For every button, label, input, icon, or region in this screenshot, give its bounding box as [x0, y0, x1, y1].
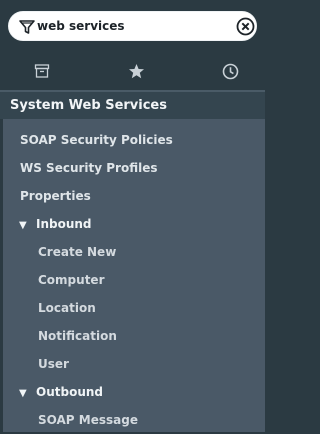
collapse-triangle-icon[interactable]: ▼: [19, 380, 31, 408]
filter-icon[interactable]: [18, 18, 36, 36]
module-user[interactable]: User: [3, 350, 300, 378]
clear-icon[interactable]: [236, 17, 255, 36]
group-label: Outbound: [36, 385, 103, 399]
application-tree: System Web Services SOAP Security Polici…: [0, 92, 265, 432]
tab-favorites[interactable]: [96, 52, 176, 90]
module-computer[interactable]: Computer: [3, 266, 300, 294]
tree-children: SOAP Security Policies WS Security Profi…: [3, 119, 265, 432]
collapse-triangle-icon[interactable]: ▼: [19, 212, 31, 240]
navigator-panel: System Web Services SOAP Security Polici…: [0, 0, 265, 432]
module-location[interactable]: Location: [3, 294, 300, 322]
filter-input[interactable]: [37, 16, 217, 36]
group-outbound[interactable]: ▼ Outbound: [3, 378, 281, 406]
filter-search-bar: [8, 11, 257, 41]
star-icon: [129, 64, 144, 79]
module-ws-security-profiles[interactable]: WS Security Profiles: [3, 154, 282, 182]
module-properties[interactable]: Properties: [3, 182, 282, 210]
module-soap-security-policies[interactable]: SOAP Security Policies: [3, 126, 282, 154]
tab-all-applications[interactable]: [0, 52, 80, 90]
module-soap-message[interactable]: SOAP Message: [3, 406, 300, 434]
group-inbound[interactable]: ▼ Inbound: [3, 210, 281, 238]
clock-icon: [222, 63, 239, 80]
tree-root-system-web-services[interactable]: System Web Services: [0, 92, 265, 119]
group-label: Inbound: [36, 217, 92, 231]
navigator-tabs: [0, 52, 265, 93]
archive-icon: [34, 64, 50, 78]
tab-history[interactable]: [185, 52, 265, 90]
module-create-new[interactable]: Create New: [3, 238, 300, 266]
module-notification[interactable]: Notification: [3, 322, 300, 350]
